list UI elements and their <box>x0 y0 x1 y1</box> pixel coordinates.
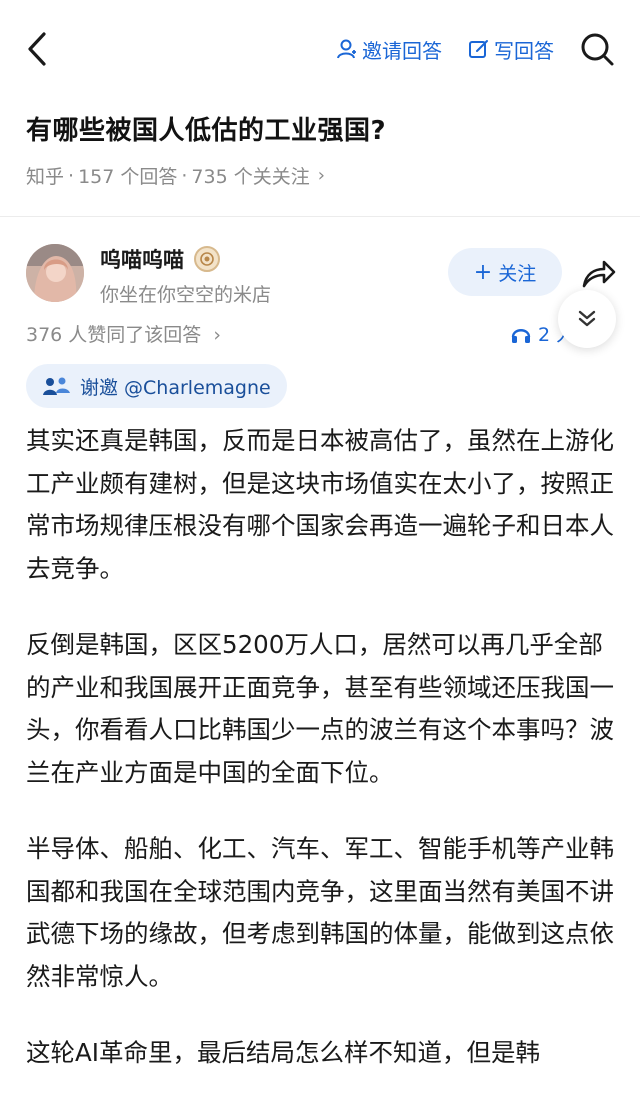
author-bio: 你坐在你空空的米店 <box>100 284 272 306</box>
answer-body: 其实还真是韩国，反而是日本被高估了，虽然在上游化工产业颇有建树，但是这块市场值实… <box>26 420 616 1109</box>
answer-paragraph: 其实还真是韩国，反而是日本被高估了，虽然在上游化工产业颇有建树，但是这块市场值实… <box>26 426 614 583</box>
edit-icon <box>469 40 488 58</box>
source-label: 知乎 <box>26 166 65 188</box>
search-icon <box>581 33 614 66</box>
badge-icon <box>194 246 220 272</box>
chevron-right-icon: › <box>317 165 325 186</box>
answer-paragraph: 反倒是韩国，区区5200万人口，居然可以再几乎全部的产业和我国展开正面竞争，甚至… <box>26 630 614 787</box>
double-chevron-down-icon <box>578 310 596 327</box>
avatar[interactable] <box>26 244 84 302</box>
headphone-icon <box>511 328 531 343</box>
write-answer-label: 写回答 <box>494 38 554 63</box>
follow-button[interactable]: + 关注 <box>448 248 562 296</box>
question-title[interactable]: 有哪些被国人低估的工业强国? <box>26 110 386 147</box>
divider <box>0 216 640 217</box>
separator-dot: · <box>68 164 75 187</box>
follow-label: 关注 <box>498 262 537 285</box>
person-icon <box>337 39 356 59</box>
avatar-image <box>26 244 84 302</box>
separator-dot: · <box>181 164 188 187</box>
answer-paragraph: 半导体、船舶、化工、汽车、军工、智能手机等产业韩国都和我国在全球范围内竞争，这里… <box>26 834 614 991</box>
share-icon <box>582 260 616 288</box>
plus-icon: + <box>473 259 493 285</box>
followers-count: 735 个关关注 <box>191 166 310 188</box>
back-arrow-icon <box>28 32 46 66</box>
back-button[interactable] <box>20 28 56 70</box>
author-name-text: 呜喵呜喵 <box>100 248 184 272</box>
chevron-right-icon: › <box>213 324 221 346</box>
group-icon <box>43 377 70 395</box>
author-name[interactable]: 呜喵呜喵 <box>100 244 220 274</box>
invite-chip[interactable]: 谢邀 @Charlemagne <box>26 364 287 408</box>
likes-text: 376 人赞同了该回答 <box>26 324 202 346</box>
search-button[interactable] <box>578 30 616 68</box>
share-button[interactable] <box>578 254 616 292</box>
invite-answer-button[interactable]: 邀请回答 <box>336 34 442 64</box>
likes-summary[interactable]: 376 人赞同了该回答 › <box>26 320 221 347</box>
collapse-button[interactable] <box>558 290 616 348</box>
invite-answer-label: 邀请回答 <box>362 38 442 63</box>
invite-chip-label: 谢邀 @Charlemagne <box>80 376 271 399</box>
answer-paragraph: 这轮AI革命里，最后结局怎么样不知道，但是韩 <box>26 1038 540 1067</box>
question-meta[interactable]: 知乎 · 157 个回答 · 735 个关关注 › <box>26 162 325 189</box>
top-bar: 邀请回答 写回答 <box>0 0 640 100</box>
write-answer-button[interactable]: 写回答 <box>468 34 554 64</box>
answers-count: 157 个回答 <box>78 166 178 188</box>
